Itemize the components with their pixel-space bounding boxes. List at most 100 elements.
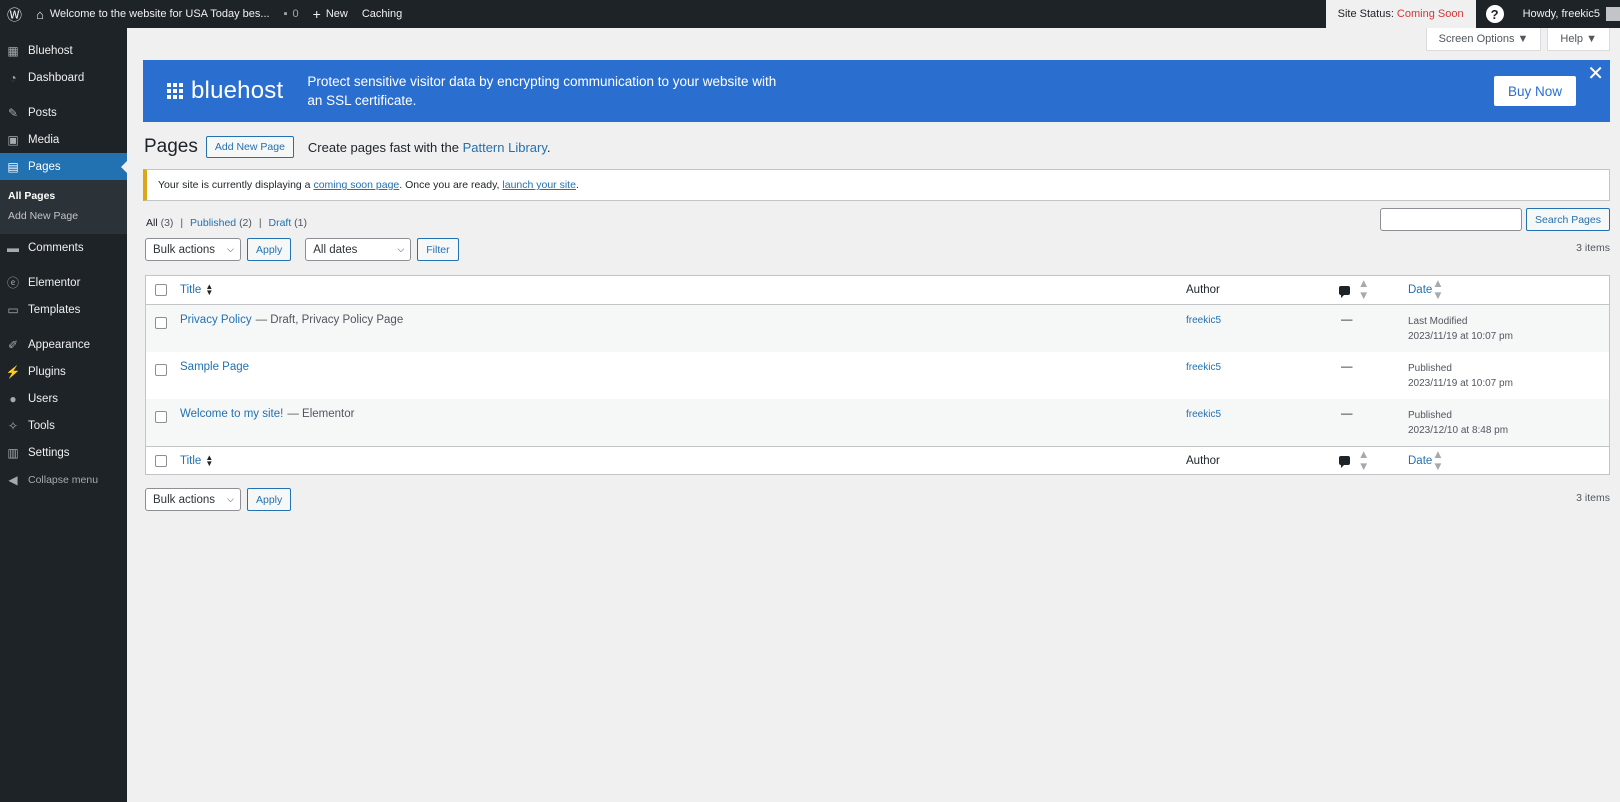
collapse-menu-button[interactable]: ◀ Collapse menu [0, 466, 127, 493]
filter-all[interactable]: All (3) [146, 217, 173, 229]
admin-sidebar: ▦ Bluehost ◔ Dashboard ✎ Posts ▣ Media ▤ Page… [0, 28, 127, 802]
new-content-menu[interactable]: + New [306, 0, 355, 28]
select-all-checkbox[interactable] [155, 284, 167, 296]
help-button[interactable]: Help ▼ [1547, 28, 1610, 51]
date-filter-select[interactable]: All dates ⌵ [305, 238, 412, 261]
caching-menu[interactable]: Caching [355, 0, 409, 28]
add-new-page-button[interactable]: Add New Page [205, 136, 294, 158]
bluehost-ssl-banner: bluehost Protect sensitive visitor data … [143, 60, 1610, 122]
author-link[interactable]: freekic5 [1186, 315, 1221, 326]
author-link[interactable]: freekic5 [1186, 362, 1221, 373]
help-icon[interactable]: ? [1485, 5, 1504, 23]
site-name: Welcome to the website for USA Today bes… [49, 8, 270, 20]
sidebar-item-label: Posts [28, 106, 57, 119]
filter-separator: | [258, 217, 262, 229]
column-title[interactable]: Title ▲ ▼ [180, 283, 1186, 297]
howdy-text: Howdy, freekic5 [1522, 8, 1600, 20]
sidebar-item-plugins[interactable]: ⚡ Plugins [0, 358, 127, 385]
column-title-link[interactable]: Title [180, 284, 201, 296]
pattern-library-link[interactable]: Pattern Library [463, 140, 547, 155]
page-heading: Pages Add New Page Create pages fast wit… [144, 136, 551, 158]
sidebar-item-media[interactable]: ▣ Media [0, 126, 127, 153]
search-pages-button[interactable]: Search Pages [1526, 208, 1610, 231]
sidebar-item-posts[interactable]: ✎ Posts [0, 99, 127, 126]
wordpress-logo-icon[interactable]: Ⓦ [0, 0, 29, 28]
column-comments[interactable]: ▲ ▼ [1339, 278, 1408, 302]
column-date-link[interactable]: Date [1408, 284, 1432, 296]
comments-count: 0 [292, 8, 299, 20]
sidebar-item-dashboard[interactable]: ◔ Dashboard [0, 64, 127, 91]
apply-button[interactable]: Apply [247, 238, 292, 261]
sidebar-item-appearance[interactable]: ✐ Appearance [0, 331, 127, 358]
page-title-link[interactable]: Privacy Policy [180, 314, 252, 326]
pages-submenu: All Pages Add New Page [0, 180, 127, 234]
date-status: Published [1408, 410, 1452, 421]
elementor-icon: ⓔ [6, 276, 19, 290]
comments-value: — [1341, 408, 1353, 420]
buy-now-button[interactable]: Buy Now [1494, 76, 1576, 106]
search-input[interactable] [1380, 208, 1523, 231]
coming-soon-page-link[interactable]: coming soon page [313, 179, 399, 191]
row-checkbox[interactable] [155, 411, 167, 423]
page-title-link[interactable]: Sample Page [180, 361, 249, 373]
column-title-link[interactable]: Title [180, 455, 201, 467]
new-label: New [325, 8, 348, 20]
row-checkbox[interactable] [155, 364, 167, 376]
filter-button[interactable]: Filter [417, 238, 459, 261]
banner-message: Protect sensitive visitor data by encryp… [307, 74, 777, 108]
screen-options-button[interactable]: Screen Options ▼ [1425, 28, 1542, 51]
column-title[interactable]: Title ▲ ▼ [180, 453, 1186, 467]
site-status-button[interactable]: Site Status: Coming Soon [1325, 0, 1476, 28]
submenu-add-new-page[interactable]: Add New Page [0, 206, 127, 226]
notice-suffix: . [575, 179, 579, 191]
author-link[interactable]: freekic5 [1186, 409, 1221, 420]
items-count: 3 items [1576, 492, 1610, 504]
pages-icon: ▤ [7, 159, 19, 174]
sidebar-item-templates[interactable]: ▭ Templates [0, 296, 127, 323]
site-name-link[interactable]: ⌂ Welcome to the website for USA Today b… [29, 0, 277, 28]
my-account-menu[interactable]: Howdy, freekic5 [1516, 0, 1620, 28]
brush-icon: ✐ [7, 337, 19, 352]
plug-icon: ⚡ [5, 364, 21, 379]
column-date[interactable]: Date ▲ ▼ [1408, 449, 1598, 473]
sidebar-item-settings[interactable]: ▥ Settings [0, 439, 127, 466]
row-checkbox[interactable] [155, 317, 167, 329]
sidebar-item-bluehost[interactable]: ▦ Bluehost [0, 37, 127, 64]
sidebar-item-pages[interactable]: ▤ Pages [0, 153, 127, 180]
apply-button[interactable]: Apply [247, 488, 292, 511]
submenu-all-pages[interactable]: All Pages [0, 186, 127, 206]
close-icon[interactable]: ✕ [1587, 64, 1604, 84]
comment-bubble-icon [1339, 456, 1350, 468]
screen-meta-links: Screen Options ▼ Help ▼ [1425, 28, 1610, 51]
admin-bar: Ⓦ ⌂ Welcome to the website for USA Today… [0, 0, 1620, 28]
settings-icon: ▥ [7, 445, 19, 460]
sidebar-item-label: Appearance [28, 338, 91, 351]
chevron-down-icon: ⌵ [397, 244, 405, 254]
column-comments[interactable]: ▲ ▼ [1339, 449, 1408, 473]
launch-site-link[interactable]: launch your site [502, 179, 576, 191]
select-all-checkbox[interactable] [155, 454, 167, 467]
sidebar-item-elementor[interactable]: ⓔ Elementor [0, 269, 127, 296]
folder-icon: ▭ [7, 302, 19, 317]
items-count: 3 items [1576, 242, 1610, 254]
sidebar-item-comments[interactable]: ▬ Comments [0, 234, 127, 261]
tablenav-bottom: Bulk actions ⌵ Apply [145, 488, 292, 511]
column-date[interactable]: Date ▲ ▼ [1408, 278, 1598, 302]
page-title-link[interactable]: Welcome to my site! [180, 408, 283, 420]
filter-published[interactable]: Published (2) [190, 217, 252, 229]
filter-draft[interactable]: Draft (1) [268, 217, 307, 229]
date-status: Last Modified [1408, 316, 1468, 327]
bulk-actions-select[interactable]: Bulk actions ⌵ [145, 238, 241, 261]
pin-icon: ✎ [7, 105, 19, 120]
sidebar-item-label: Elementor [28, 276, 81, 289]
sidebar-item-label: Settings [28, 446, 70, 459]
sidebar-item-label: Plugins [28, 365, 66, 378]
comments-link[interactable]: ▪ 0 [277, 0, 306, 28]
bulk-actions-select[interactable]: Bulk actions ⌵ [145, 488, 241, 511]
column-date-link[interactable]: Date [1408, 455, 1432, 467]
bluehost-grid-icon [167, 83, 183, 99]
sort-icon: ▲ ▼ [1358, 278, 1370, 302]
sidebar-item-tools[interactable]: ✧ Tools [0, 412, 127, 439]
sidebar-item-users[interactable]: ● Users [0, 385, 127, 412]
comment-icon: ▪ [283, 8, 288, 20]
